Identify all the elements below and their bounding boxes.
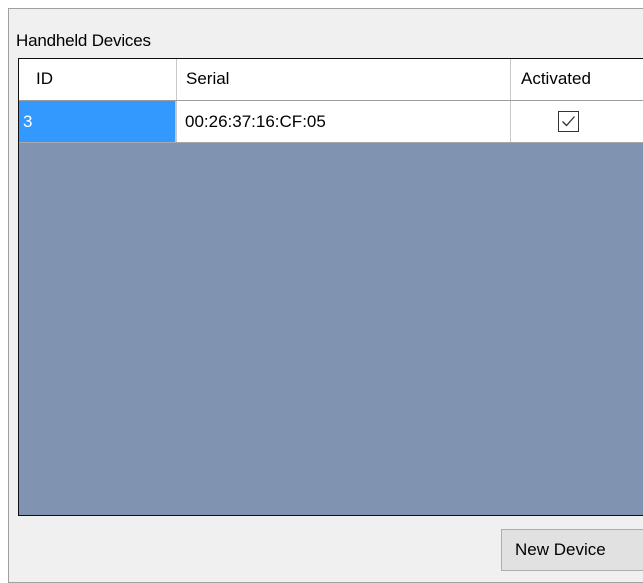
checkmark-icon — [562, 116, 575, 127]
table-row[interactable]: 3 00:26:37:16:CF:05 — [19, 101, 643, 143]
column-header-serial[interactable]: Serial — [176, 59, 510, 100]
groupbox-title: Handheld Devices — [16, 31, 151, 50]
new-device-button[interactable]: New Device — [501, 529, 643, 571]
cell-id[interactable]: 3 — [19, 101, 176, 142]
column-header-id[interactable]: ID — [19, 59, 176, 100]
cell-serial[interactable]: 00:26:37:16:CF:05 — [176, 101, 510, 142]
devices-grid[interactable]: ID Serial Activated 3 00:26:37:16:CF:05 — [18, 58, 643, 516]
activated-checkbox[interactable] — [558, 111, 579, 132]
grid-header-row: ID Serial Activated — [19, 59, 643, 101]
checkbox-box — [558, 111, 579, 132]
column-header-activated[interactable]: Activated — [510, 59, 643, 100]
